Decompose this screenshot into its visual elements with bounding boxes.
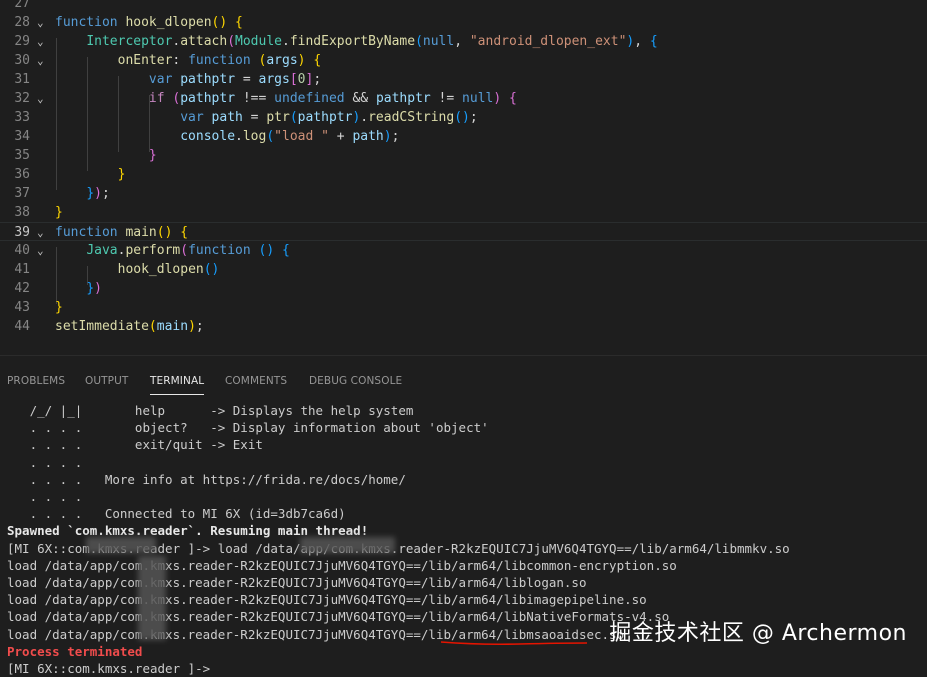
line-number: 39 <box>14 225 30 240</box>
terminal-line: . . . . More info at https://frida.re/do… <box>7 471 406 487</box>
code-text: Java.perform(function () { <box>86 243 290 258</box>
code-line[interactable]: 41 hook_dlopen() <box>0 260 927 279</box>
line-number: 33 <box>14 110 30 125</box>
line-number: 28 <box>14 15 30 30</box>
tab-comments[interactable]: COMMENTS <box>225 356 287 388</box>
blur-patch <box>138 556 166 640</box>
code-text: } <box>55 205 63 220</box>
code-line[interactable]: 39 ⌄ function main() { <box>0 222 927 241</box>
terminal-line: [MI 6X::com.kmxs.reader ]-> <box>7 661 211 676</box>
terminal-line: load /data/app/com.kmxs.reader-R2kzEQUIC… <box>7 609 670 625</box>
code-text: console.log("load " + path); <box>180 129 400 144</box>
line-number: 40 <box>14 243 30 258</box>
fold-chevron-icon[interactable]: ⌄ <box>37 89 49 108</box>
code-text: }); <box>86 186 110 201</box>
line-number: 27 <box>14 0 30 11</box>
code-text: var path = ptr(pathptr).readCString(); <box>180 110 478 125</box>
code-line[interactable]: 35 } <box>0 146 927 165</box>
code-line[interactable]: 34 console.log("load " + path); <box>0 127 927 146</box>
watermark-text: 掘金技术社区 @ Archermon <box>609 621 907 646</box>
fold-chevron-icon[interactable]: ⌄ <box>37 223 49 242</box>
line-number: 29 <box>14 34 30 49</box>
line-number: 34 <box>14 129 30 144</box>
code-line[interactable]: 44 setImmediate(main); <box>0 317 927 336</box>
terminal-line: . . . . Connected to MI 6X (id=3db7ca6d) <box>7 506 346 522</box>
code-line[interactable]: 32 ⌄ if (pathptr !== undefined && pathptr… <box>0 89 927 108</box>
terminal-line: load /data/app/com.kmxs.reader-R2kzEQUIC… <box>7 592 647 608</box>
code-line[interactable]: 30 ⌄ onEnter: function (args) { <box>0 51 927 70</box>
code-text: }) <box>86 281 102 296</box>
fold-chevron-icon[interactable]: ⌄ <box>37 13 49 32</box>
fold-chevron-icon[interactable]: ⌄ <box>37 241 49 260</box>
terminal-line: load /data/app/com.kmxs.reader-R2kzEQUIC… <box>7 557 677 573</box>
fold-chevron-icon[interactable]: ⌄ <box>37 51 49 70</box>
code-text: } <box>117 167 126 182</box>
code-line[interactable]: 33 var path = ptr(pathptr).readCString()… <box>0 108 927 127</box>
line-number: 32 <box>14 91 30 106</box>
line-number: 35 <box>14 148 30 163</box>
terminal-line: . . . . <box>7 489 83 504</box>
code-line[interactable]: 38} <box>0 203 927 222</box>
code-line[interactable]: 28 ⌄ function hook_dlopen() { <box>0 13 927 32</box>
tab-output[interactable]: OUTPUT <box>85 356 128 388</box>
terminal-line: . . . . exit/quit -> Exit <box>7 437 263 453</box>
line-number: 36 <box>14 167 30 182</box>
line-number: 38 <box>14 205 30 220</box>
code-line[interactable]: 36 } <box>0 165 927 184</box>
panel-tabs: PROBLEMS OUTPUT TERMINAL COMMENTS DEBUG … <box>0 356 927 395</box>
code-line[interactable]: 40 ⌄ Java.perform(function () { <box>0 241 927 260</box>
code-text: } <box>148 148 157 163</box>
code-line[interactable]: 37 }); <box>0 184 927 203</box>
code-line[interactable]: 43} <box>0 298 927 317</box>
line-number: 37 <box>14 186 30 201</box>
code-line[interactable]: 42 }) <box>0 279 927 298</box>
terminal-line: /_/ |_| help -> Displays the help system <box>7 403 414 418</box>
tab-debug-console[interactable]: DEBUG CONSOLE <box>309 356 402 388</box>
code-editor[interactable]: 27 28 ⌄ function hook_dlopen() { 29 ⌄ Interce… <box>0 0 927 355</box>
terminal-line: . . . . object? -> Display information a… <box>7 420 489 436</box>
tab-problems[interactable]: PROBLEMS <box>7 356 65 388</box>
line-number: 30 <box>14 53 30 68</box>
code-text: if (pathptr !== undefined && pathptr != … <box>148 91 517 106</box>
line-number: 31 <box>14 72 30 87</box>
tab-terminal[interactable]: TERMINAL <box>150 356 205 395</box>
line-number: 41 <box>14 262 30 277</box>
code-text: function hook_dlopen() { <box>55 15 243 30</box>
terminal-line: load /data/app/com.kmxs.reader-R2kzEQUIC… <box>7 575 587 590</box>
code-text: hook_dlopen() <box>117 262 220 277</box>
code-text: } <box>55 300 63 315</box>
code-line[interactable]: 31 var pathptr = args[0]; <box>0 70 927 89</box>
line-number: 43 <box>14 300 30 315</box>
code-text: onEnter: function (args) { <box>117 53 322 68</box>
terminal-line: . . . . <box>7 454 83 470</box>
code-text: Interceptor.attach(Module.findExportByNa… <box>86 34 658 49</box>
code-line[interactable]: 29 ⌄ Interceptor.attach(Module.findExport… <box>0 32 927 51</box>
code-line[interactable]: 27 <box>0 0 927 13</box>
line-number: 42 <box>14 281 30 296</box>
line-number: 44 <box>14 319 30 334</box>
blur-patch <box>86 537 156 553</box>
code-text: var pathptr = args[0]; <box>148 72 322 87</box>
blur-patch <box>300 537 395 553</box>
red-underline <box>440 641 588 646</box>
terminal-line: Process terminated <box>7 643 143 659</box>
code-text: setImmediate(main); <box>55 319 204 334</box>
fold-chevron-icon[interactable]: ⌄ <box>37 32 49 51</box>
code-text: function main() { <box>55 225 189 240</box>
